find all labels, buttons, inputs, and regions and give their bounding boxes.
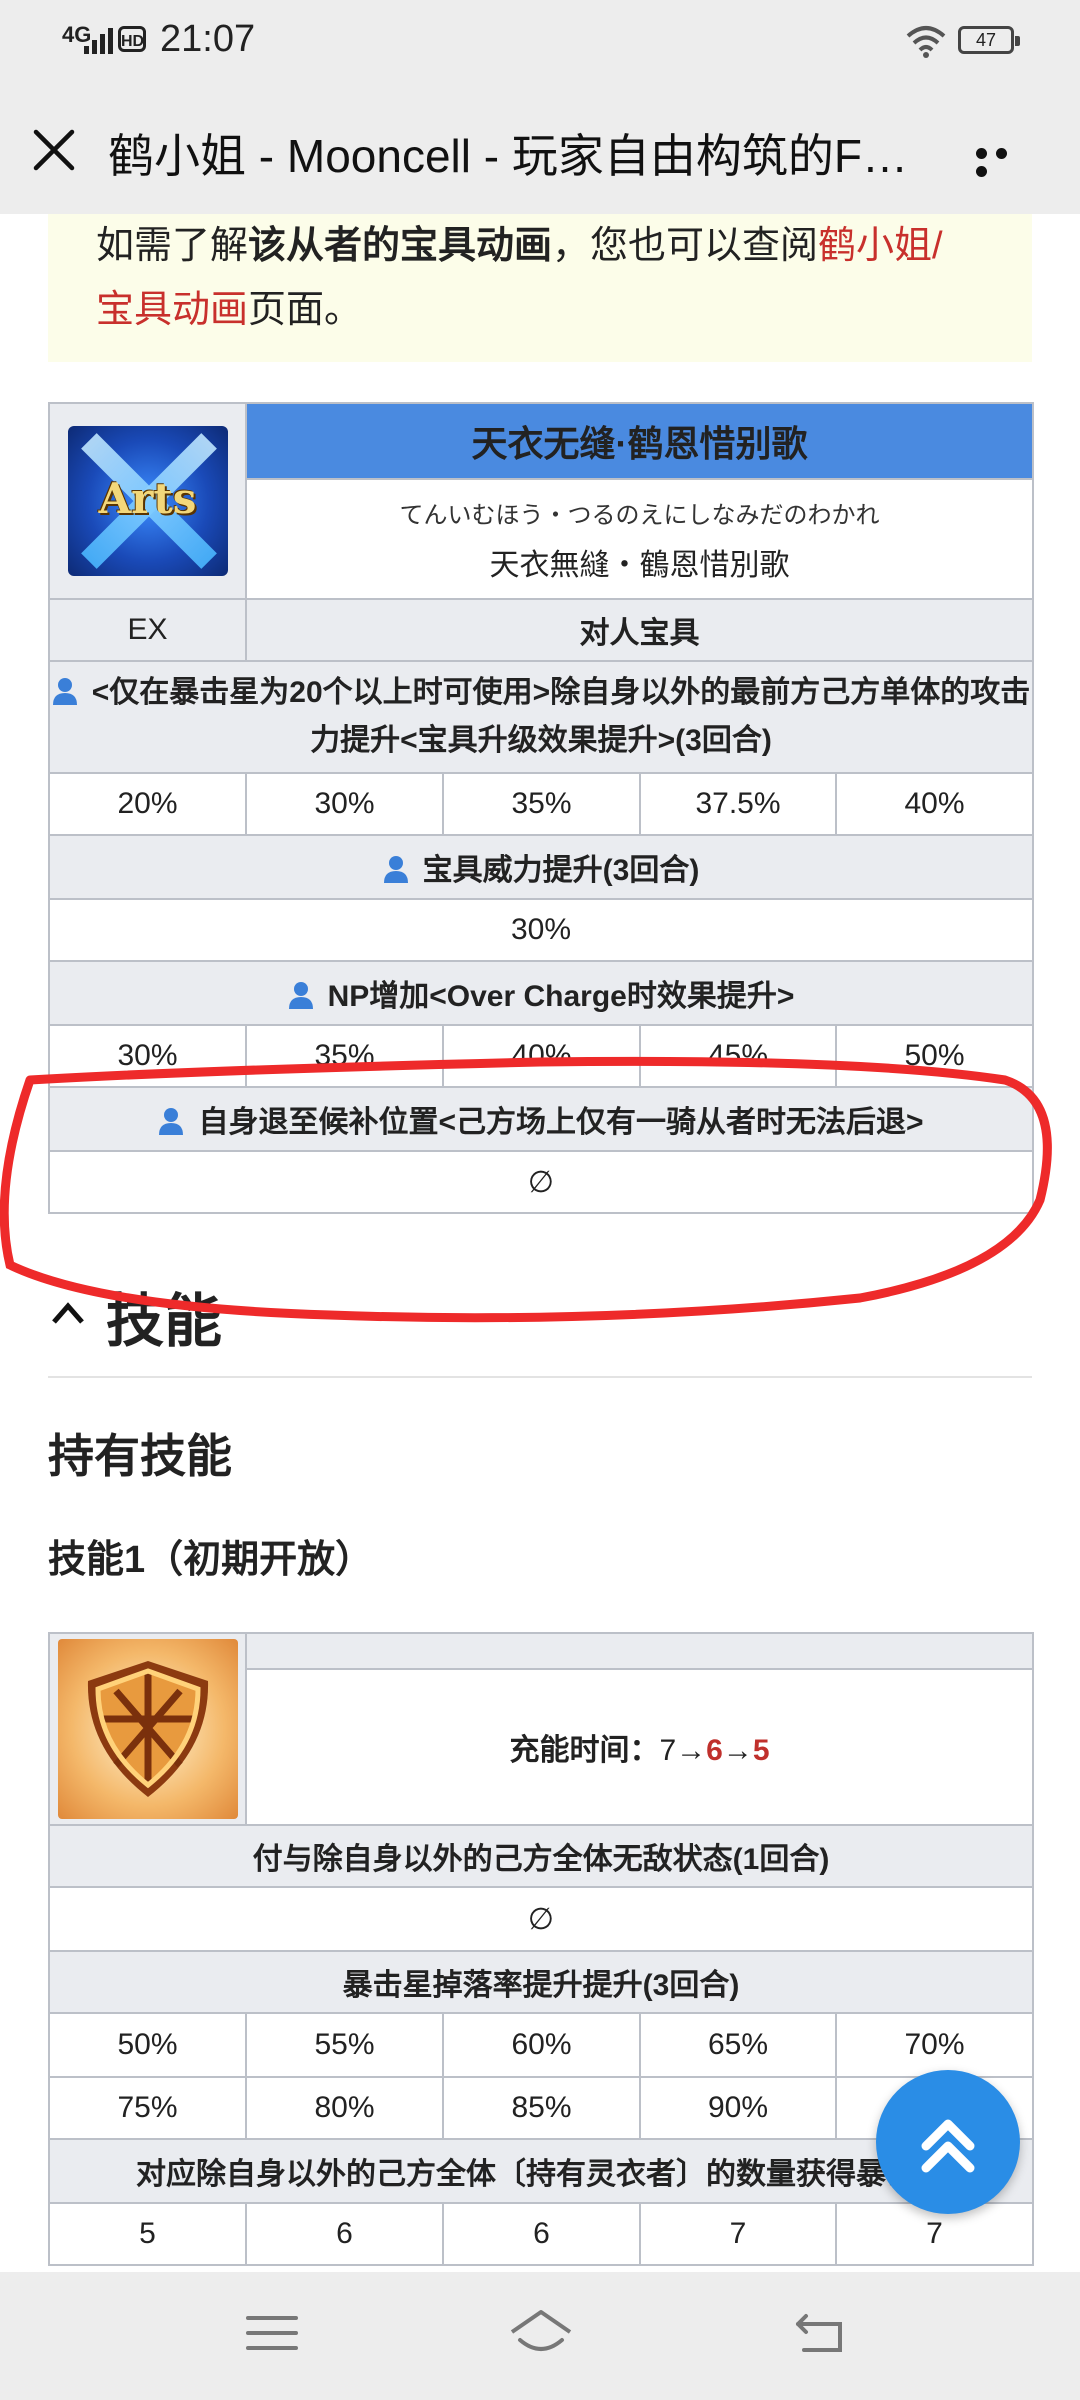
status-bar: 4G HD 21:07 47 xyxy=(0,0,1080,84)
chevron-up-icon[interactable] xyxy=(50,1296,86,1332)
np-name: 天衣无缝·鹤恩惜别歌 xyxy=(245,402,1034,480)
notice-text-3: 页面。 xyxy=(248,289,363,331)
np-rank: EX xyxy=(48,598,247,662)
np-value: 40% xyxy=(442,1024,641,1088)
np-value: 35% xyxy=(245,1024,444,1088)
menu-icon[interactable] xyxy=(242,2306,302,2360)
np-value: 30% xyxy=(48,898,1034,962)
np-effect-3-label: NP增加<Over Charge时效果提升> xyxy=(48,960,1034,1026)
person-icon xyxy=(383,856,408,883)
skill-value: 6 xyxy=(442,2202,641,2266)
skill-value: 90% xyxy=(639,2076,837,2140)
battery-icon: 47 xyxy=(958,26,1020,54)
np-value: 45% xyxy=(639,1024,837,1088)
servant-link[interactable]: 鹤小姐/ xyxy=(818,225,943,267)
np-value: 37.5% xyxy=(639,772,837,836)
skill-value: 5 xyxy=(48,2202,247,2266)
np-value: 20% xyxy=(48,772,247,836)
np-value: 35% xyxy=(442,772,641,836)
np-jp-name: 天衣無縫・鶴恩惜別歌 xyxy=(489,548,790,582)
home-icon[interactable] xyxy=(506,2306,576,2360)
skill-value: 85% xyxy=(442,2076,641,2140)
skill-cooldown: 充能时间：7→6→5 xyxy=(245,1668,1034,1826)
np-type: 对人宝具 xyxy=(245,598,1034,662)
skill-effect-2-label: 暴击星掉落率提升提升(3回合) xyxy=(48,1950,1034,2014)
double-chevron-up-icon xyxy=(921,2119,975,2173)
title-bar: 鹤小姐 - Mooncell - 玩家自由构筑的F… xyxy=(0,84,1080,214)
skill-value: 60% xyxy=(442,2012,641,2078)
np-subtitle: てんいむほう・つるのえにしなみだのわかれ 天衣無縫・鶴恩惜別歌 xyxy=(245,478,1034,600)
np-effect-1-label: <仅在暴击星为20个以上时可使用>除自身以外的最前方己方单体的攻击力提升<宝具升… xyxy=(48,660,1034,774)
np-effect-2-label: 宝具威力提升(3回合) xyxy=(48,834,1034,900)
held-skills-heading: 持有技能 xyxy=(48,1430,232,1482)
np-ruby: てんいむほう・つるのえにしなみだのわかれ xyxy=(399,501,880,529)
np-effect-4-label: 自身退至候补位置<己方场上仅有一骑从者时无法后退> xyxy=(48,1086,1034,1152)
signal-icon xyxy=(84,28,113,54)
more-icon[interactable] xyxy=(976,146,1032,177)
back-icon[interactable] xyxy=(792,2306,852,2360)
skill1-heading: 技能1（初期开放） xyxy=(48,1539,374,1581)
person-icon xyxy=(52,678,77,705)
hd-icon: HD xyxy=(118,26,146,52)
notice-bold: 该从者的宝具动画 xyxy=(248,225,553,267)
np-value: 40% xyxy=(835,772,1034,836)
skill-value: 75% xyxy=(48,2076,247,2140)
clock: 21:07 xyxy=(160,18,256,60)
notice-text: 如需了解 xyxy=(96,225,249,267)
page-title: 鹤小姐 - Mooncell - 玩家自由构筑的F… xyxy=(108,130,908,182)
np-card-cell: Arts xyxy=(48,402,247,600)
skill-name-cell xyxy=(245,1632,1034,1670)
noble-phantasm-table: Arts 天衣无缝·鹤恩惜别歌 てんいむほう・つるのえにしなみだのわかれ 天衣無… xyxy=(48,402,1034,1214)
notice-text-2: ，您也可以查阅 xyxy=(552,225,819,267)
np-animation-link[interactable]: 宝具动画 xyxy=(96,289,248,331)
skill-value: 70% xyxy=(835,2012,1034,2078)
skill-value: 65% xyxy=(639,2012,837,2078)
skill-icon-cell xyxy=(48,1632,247,1826)
skill-value: 7 xyxy=(639,2202,837,2266)
person-icon xyxy=(159,1108,184,1135)
skill-value: ∅ xyxy=(48,1886,1034,1952)
skill-value: 6 xyxy=(245,2202,444,2266)
skill-value: 50% xyxy=(48,2012,247,2078)
wifi-icon xyxy=(906,26,946,58)
np-value: 30% xyxy=(245,772,444,836)
skills-section-header[interactable]: 技能 xyxy=(48,1270,1032,1378)
np-value: 50% xyxy=(835,1024,1034,1088)
np-value: ∅ xyxy=(48,1150,1034,1214)
close-icon[interactable] xyxy=(30,126,78,174)
system-nav-bar xyxy=(0,2272,1080,2400)
section-title: 技能 xyxy=(106,1289,223,1354)
notice-box: 如需了解该从者的宝具动画，您也可以查阅鹤小姐/宝具动画页面。 xyxy=(48,214,1032,362)
scroll-to-top-button[interactable] xyxy=(876,2070,1020,2214)
person-icon xyxy=(288,982,313,1009)
np-value: 30% xyxy=(48,1024,247,1088)
arts-card-icon: Arts xyxy=(67,426,228,576)
skill-value: 55% xyxy=(245,2012,444,2078)
shield-icon xyxy=(57,1639,238,1819)
skill-value: 80% xyxy=(245,2076,444,2140)
skill-effect-1-label: 付与除自身以外的己方全体无敌状态(1回合) xyxy=(48,1824,1034,1888)
